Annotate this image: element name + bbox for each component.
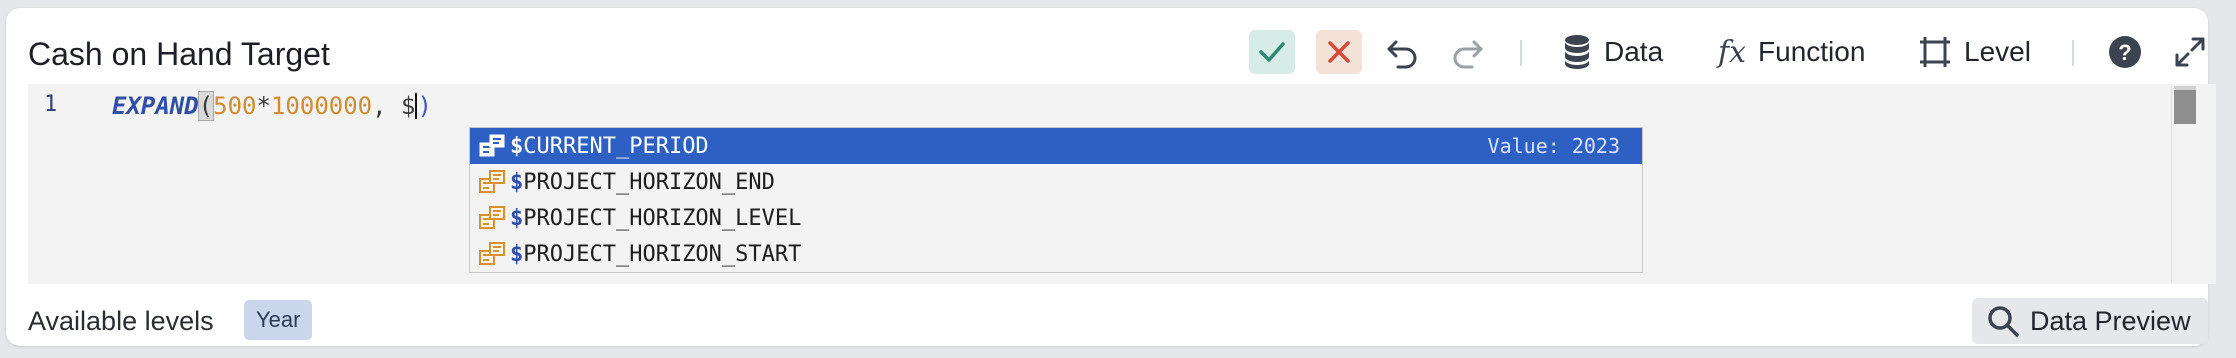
token-comma: , <box>372 92 402 120</box>
cancel-button[interactable] <box>1316 30 1362 74</box>
redo-button[interactable] <box>1450 34 1486 70</box>
function-button[interactable]: fx Function <box>1718 34 1865 70</box>
data-preview-button[interactable]: Data Preview <box>1972 298 2208 344</box>
help-button[interactable]: ? <box>2108 34 2142 70</box>
svg-text:?: ? <box>2118 40 2131 65</box>
token-number: 500 <box>213 92 257 120</box>
data-button-label: Data <box>1604 36 1664 67</box>
item-name: PROJECT_HORIZON_END <box>523 169 775 195</box>
token-close-paren: ) <box>417 92 432 120</box>
item-prefix: $ <box>510 241 524 267</box>
item-prefix: $ <box>510 133 524 159</box>
variable-icon <box>479 134 505 157</box>
scrollbar-thumb[interactable] <box>2174 90 2196 124</box>
toolbar: Data fx Function Level ? <box>6 28 2208 78</box>
item-name: PROJECT_HORIZON_START <box>523 241 802 267</box>
item-prefix: $ <box>510 205 524 231</box>
autocomplete-item[interactable]: $ CURRENT_PERIOD Value: 2023 <box>470 128 1642 164</box>
close-icon <box>1328 41 1350 63</box>
item-name: CURRENT_PERIOD <box>523 133 709 159</box>
search-icon <box>1988 306 2019 337</box>
available-levels-label: Available levels <box>28 306 214 336</box>
token-dollar: $ <box>401 92 416 120</box>
token-function: EXPAND <box>112 92 199 120</box>
undo-icon <box>1387 40 1417 69</box>
line-gutter: 1 <box>28 84 88 284</box>
redo-icon <box>1453 40 1483 69</box>
code-line[interactable]: EXPAND(500*1000000, $) <box>112 90 432 122</box>
level-badge: Year <box>244 300 313 340</box>
item-value-hint: Value: 2023 <box>1487 134 1620 158</box>
level-button-label: Level <box>1964 36 2031 67</box>
expand-icon <box>2175 37 2205 67</box>
expand-button[interactable] <box>2174 34 2206 70</box>
data-preview-label: Data Preview <box>2030 305 2191 336</box>
token-open-paren: ( <box>197 91 215 121</box>
toolbar-divider <box>1520 40 1522 66</box>
line-number: 1 <box>44 92 58 117</box>
variable-icon <box>479 170 505 193</box>
variable-icon <box>479 242 505 265</box>
autocomplete-item[interactable]: $ PROJECT_HORIZON_END <box>470 164 1642 200</box>
question-circle-icon: ? <box>2109 36 2141 68</box>
database-icon <box>1565 35 1589 69</box>
variable-icon <box>479 206 505 229</box>
level-icon <box>1920 37 1950 67</box>
data-button[interactable]: Data <box>1562 34 1663 70</box>
autocomplete-item[interactable]: $ PROJECT_HORIZON_START <box>470 236 1642 272</box>
editor-scrollbar[interactable] <box>2171 86 2198 282</box>
confirm-button[interactable] <box>1249 30 1295 74</box>
autocomplete-item[interactable]: $ PROJECT_HORIZON_LEVEL <box>470 200 1642 236</box>
item-name: PROJECT_HORIZON_LEVEL <box>523 205 802 231</box>
check-icon <box>1259 42 1285 62</box>
autocomplete-dropdown: $ CURRENT_PERIOD Value: 2023 $ PROJECT_HOR… <box>469 127 1643 273</box>
item-prefix: $ <box>510 169 524 195</box>
toolbar-divider-2 <box>2072 40 2074 66</box>
function-icon: fx <box>1718 34 1747 70</box>
undo-button[interactable] <box>1384 34 1420 70</box>
token-number: 1000000 <box>270 92 373 120</box>
formula-editor-dialog: Cash on Hand Target Data fx Function Lev… <box>6 8 2216 346</box>
function-button-label: Function <box>1758 36 1866 67</box>
level-button[interactable]: Level <box>1918 34 2031 70</box>
token-operator: * <box>256 92 271 120</box>
